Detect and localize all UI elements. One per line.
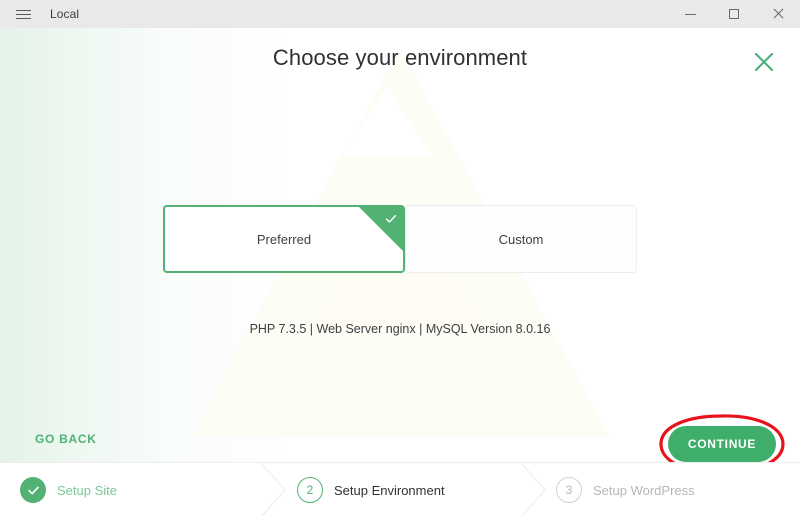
step-label: Setup Site: [57, 482, 117, 498]
step-label: Setup WordPress: [593, 482, 695, 498]
step-chevron-separator-icon: [260, 463, 286, 516]
environment-option-preferred[interactable]: Preferred: [163, 205, 405, 273]
close-x-icon[interactable]: [748, 46, 780, 78]
local-app-window: Local Choose your environment Preferred …: [0, 0, 800, 516]
step-setup-site[interactable]: Setup Site: [20, 463, 117, 516]
maximize-icon: [729, 9, 739, 19]
step-number: 2: [297, 477, 323, 503]
selected-corner-badge: [359, 207, 403, 251]
environment-options: Preferred Custom: [163, 205, 637, 273]
step-chevron-separator-icon: [520, 463, 546, 516]
minimize-icon: [684, 13, 696, 15]
environment-specs: PHP 7.3.5 | Web Server nginx | MySQL Ver…: [249, 322, 551, 336]
window-title: Local: [50, 7, 80, 21]
maximize-button[interactable]: [712, 0, 756, 28]
hamburger-icon[interactable]: [0, 0, 46, 28]
close-icon: [772, 8, 784, 20]
step-number: 3: [556, 477, 582, 503]
page-title: Choose your environment: [272, 45, 528, 70]
go-back-button[interactable]: GO BACK: [35, 432, 97, 446]
environment-option-label: Custom: [498, 231, 544, 247]
step-setup-wordpress[interactable]: 3 Setup WordPress: [556, 463, 695, 516]
step-status-icon: [20, 477, 46, 503]
step-setup-environment[interactable]: 2 Setup Environment: [297, 463, 445, 516]
environment-option-label: Preferred: [256, 231, 312, 247]
window-controls: [668, 0, 800, 28]
window-titlebar: Local: [0, 0, 800, 28]
environment-option-custom[interactable]: Custom: [405, 205, 637, 273]
minimize-button[interactable]: [668, 0, 712, 28]
main-content: Choose your environment Preferred Custom…: [0, 28, 800, 462]
close-window-button[interactable]: [756, 0, 800, 28]
continue-button-area: CONTINUE: [659, 414, 785, 462]
step-label: Setup Environment: [334, 482, 445, 498]
setup-step-bar: Setup Site 2 Setup Environment 3 Setup W…: [0, 462, 800, 516]
continue-button[interactable]: CONTINUE: [668, 426, 776, 462]
check-icon: [385, 213, 397, 225]
